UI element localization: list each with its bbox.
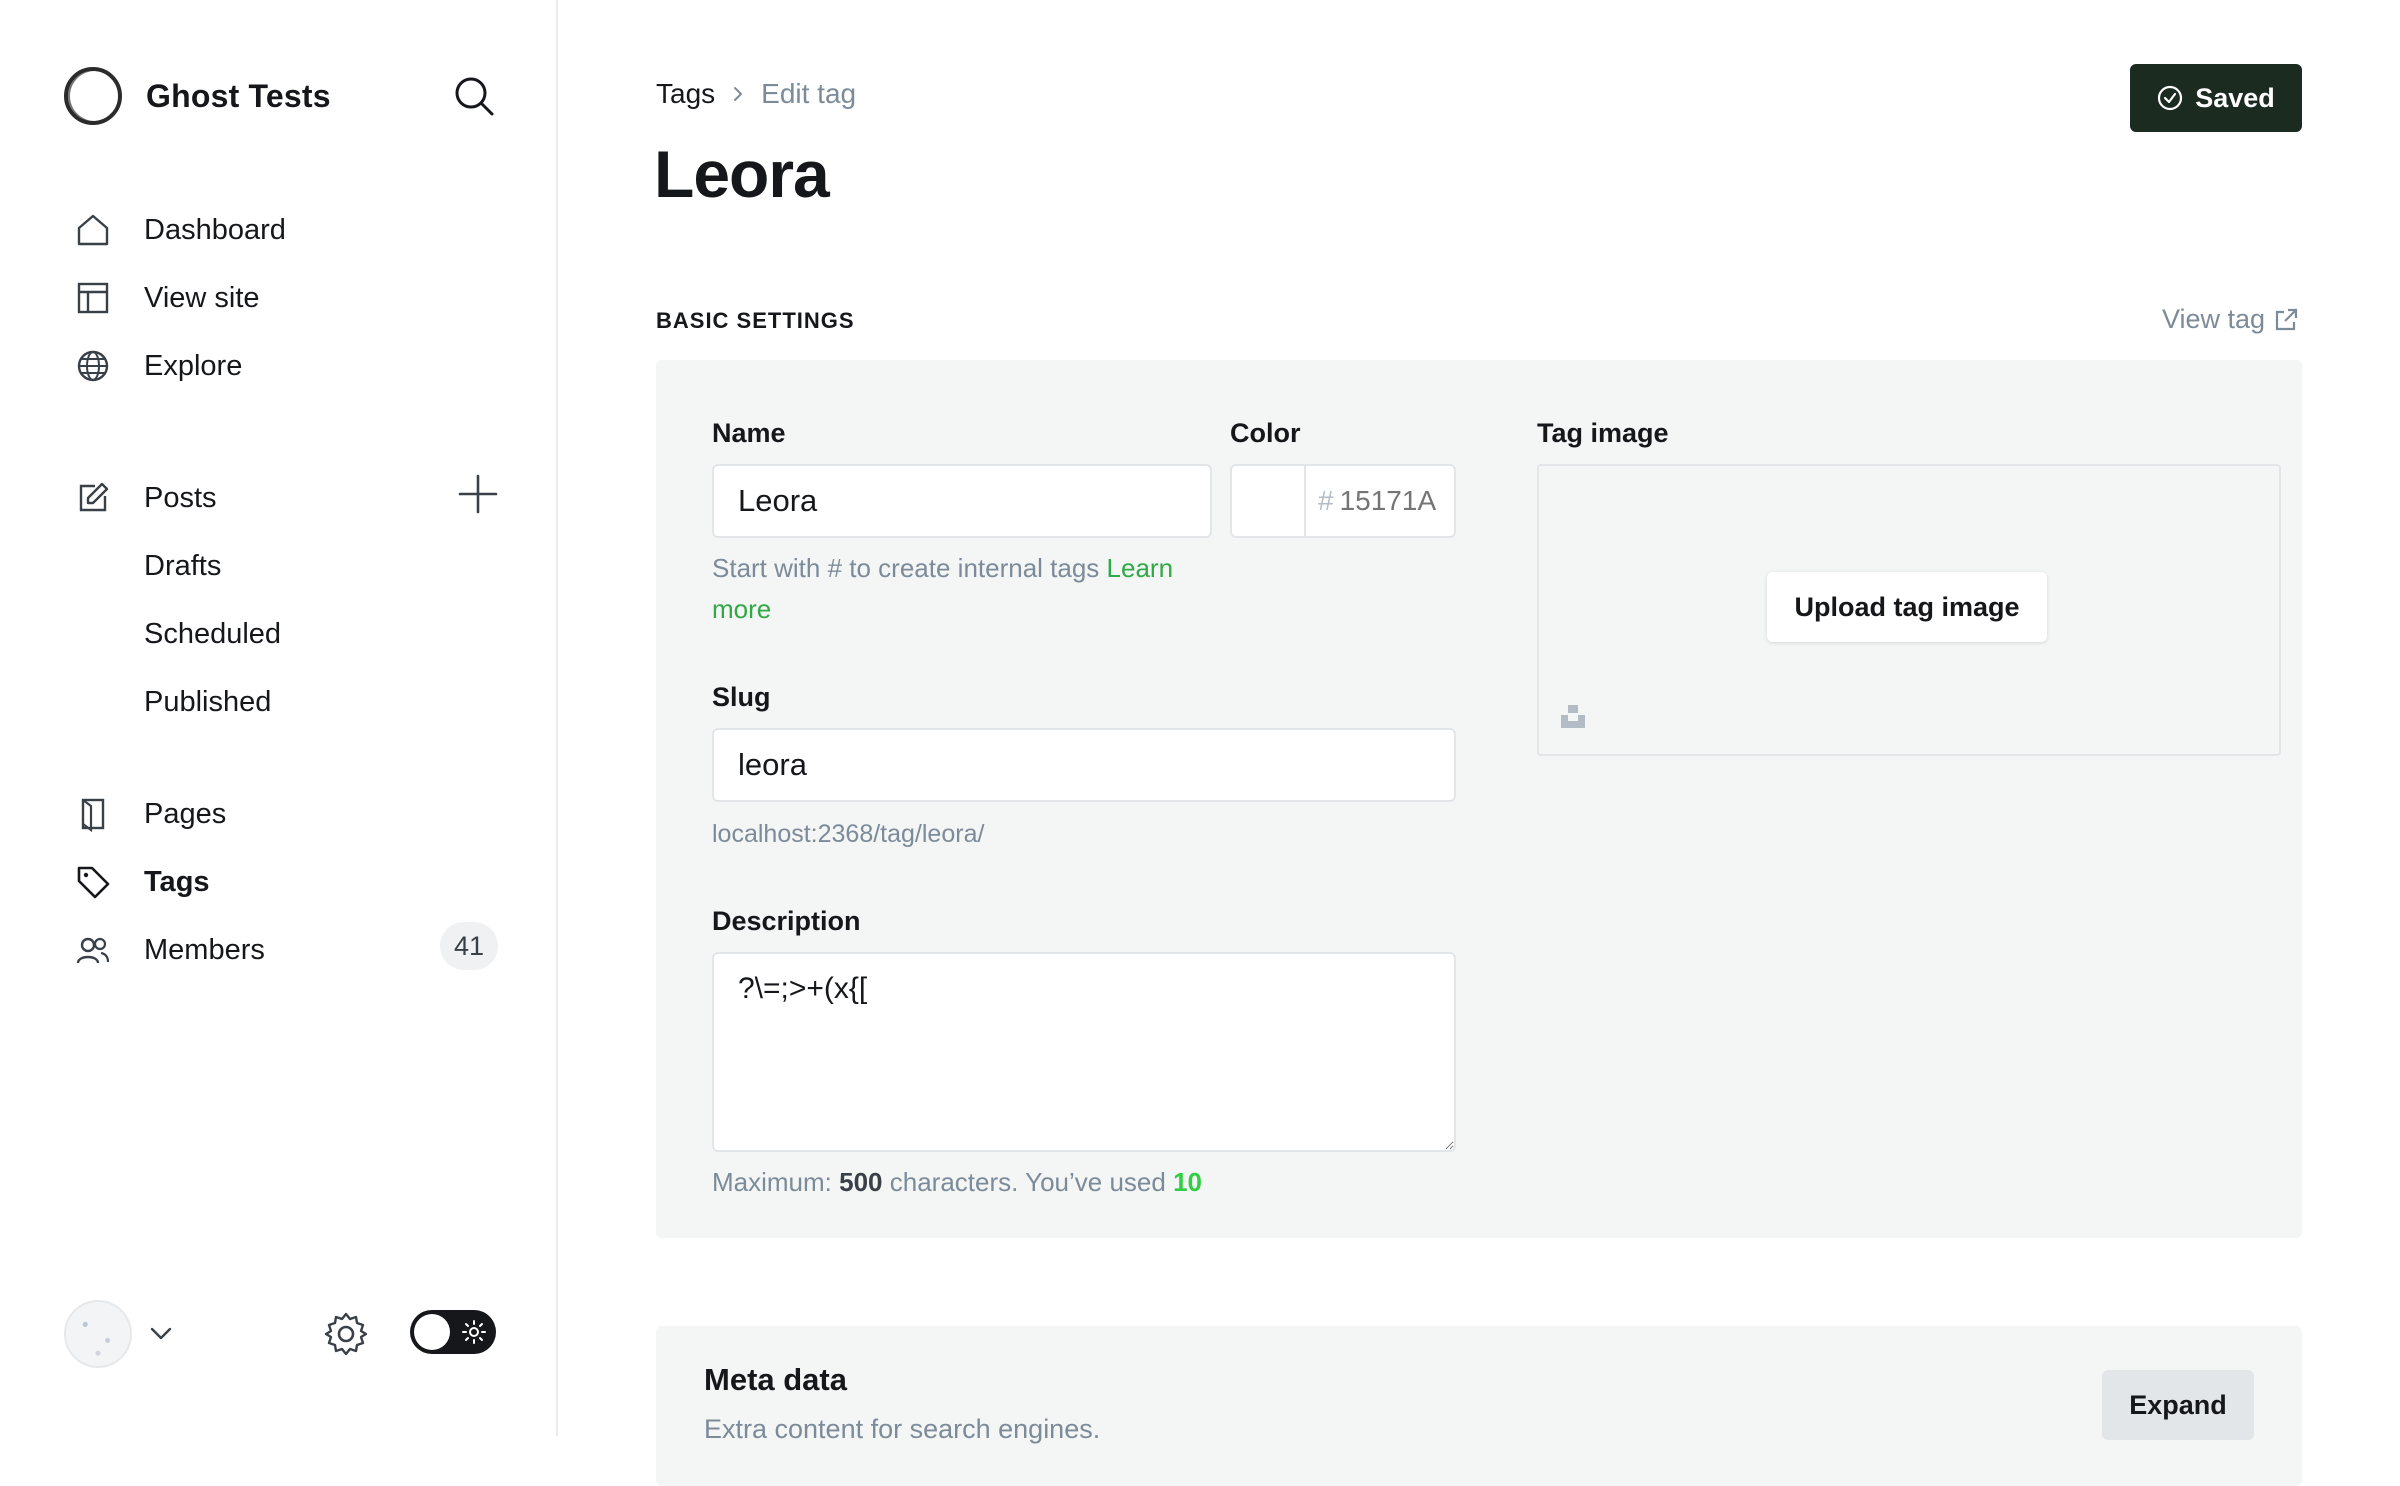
counter-used: 10 [1173, 1167, 1202, 1197]
tag-image-label: Tag image [1537, 418, 1669, 448]
slug-url: localhost:2368/tag/leora/ [712, 820, 985, 848]
search-icon[interactable] [452, 74, 496, 118]
counter-mid: characters. You’ve used [889, 1167, 1166, 1197]
slug-input[interactable] [712, 728, 1456, 802]
gear-icon[interactable] [322, 1310, 370, 1358]
view-tag-label: View tag [2162, 304, 2266, 334]
nav-posts[interactable]: Posts [74, 470, 434, 526]
home-icon [74, 211, 112, 249]
color-field: # [1230, 464, 1456, 538]
meta-data-panel: Meta data Extra content for search engin… [656, 1326, 2302, 1486]
unsplash-icon[interactable] [1559, 702, 1587, 730]
nav-published[interactable]: Published [144, 674, 500, 730]
slug-label: Slug [712, 682, 771, 712]
pages-icon [74, 795, 112, 833]
expand-button[interactable]: Expand [2102, 1370, 2254, 1440]
name-hint: Start with # to create internal tags Lea… [712, 548, 1232, 630]
chevron-down-icon[interactable] [146, 1318, 176, 1348]
saved-button[interactable]: Saved [2130, 64, 2302, 132]
globe-icon [74, 347, 112, 385]
nav-scheduled[interactable]: Scheduled [144, 606, 500, 662]
site-logo [64, 67, 122, 125]
site-title: Ghost Tests [146, 77, 331, 114]
nav-members[interactable]: Members [74, 922, 414, 978]
theme-toggle[interactable] [410, 1310, 496, 1354]
meta-data-subtitle: Extra content for search engines. [704, 1414, 1101, 1444]
name-hint-text: Start with # to create internal tags [712, 553, 1100, 583]
tag-image-dropzone[interactable]: Upload tag image [1537, 464, 2281, 756]
nav-pages[interactable]: Pages [74, 786, 500, 842]
color-label: Color [1230, 418, 1301, 448]
nav-dashboard-label: Dashboard [144, 213, 286, 246]
nav-dashboard[interactable]: Dashboard [74, 202, 500, 258]
description-label: Description [712, 906, 861, 936]
section-basic-settings: BASIC SETTINGS [656, 308, 855, 333]
name-label: Name [712, 418, 786, 448]
color-hash: # [1318, 485, 1334, 516]
toggle-knob [414, 1314, 450, 1350]
sidebar: Ghost Tests Dashboard View site Explore … [0, 0, 558, 1436]
counter-max: 500 [839, 1167, 883, 1197]
nav-tags-label: Tags [144, 865, 210, 898]
members-count-badge: 41 [440, 922, 498, 970]
layout-icon [74, 279, 112, 317]
page-title: Leora [654, 137, 830, 211]
nav-members-label: Members [144, 933, 265, 966]
nav-explore-label: Explore [144, 349, 243, 382]
nav-view-site-label: View site [144, 281, 260, 314]
color-hex-input[interactable] [1333, 466, 1452, 536]
members-icon [74, 931, 112, 969]
breadcrumb: Tags Edit tag [656, 78, 856, 110]
description-counter: Maximum: 500 characters. You’ve used 10 [712, 1162, 1202, 1203]
breadcrumb-current: Edit tag [761, 78, 857, 109]
saved-button-label: Saved [2195, 82, 2275, 113]
nav-scheduled-label: Scheduled [144, 617, 282, 650]
nav-drafts[interactable]: Drafts [144, 538, 500, 594]
tag-icon [74, 863, 112, 901]
description-textarea[interactable]: ?\=;>+(x{[ [712, 952, 1456, 1152]
sun-icon [462, 1320, 486, 1344]
view-tag-link[interactable]: View tag [2162, 304, 2299, 335]
nav-explore[interactable]: Explore [74, 338, 500, 394]
nav-tags[interactable]: Tags [74, 854, 500, 910]
nav-drafts-label: Drafts [144, 549, 222, 582]
brand[interactable]: Ghost Tests [64, 64, 331, 128]
check-circle-icon [2158, 85, 2183, 111]
nav-published-label: Published [144, 685, 272, 718]
color-swatch[interactable] [1232, 466, 1306, 536]
new-post-plus-icon[interactable] [456, 472, 500, 516]
nav-pages-label: Pages [144, 797, 227, 830]
edit-icon [74, 479, 112, 517]
upload-tag-image-button[interactable]: Upload tag image [1767, 572, 2047, 642]
meta-data-title: Meta data [704, 1362, 847, 1397]
counter-prefix: Maximum: [712, 1167, 832, 1197]
name-input[interactable] [712, 464, 1212, 538]
external-link-icon [2275, 308, 2298, 330]
avatar[interactable] [64, 1300, 132, 1368]
nav-view-site[interactable]: View site [74, 270, 500, 326]
breadcrumb-tags-link[interactable]: Tags [656, 78, 715, 110]
nav-posts-label: Posts [144, 481, 217, 514]
chevron-right-icon [729, 85, 747, 103]
